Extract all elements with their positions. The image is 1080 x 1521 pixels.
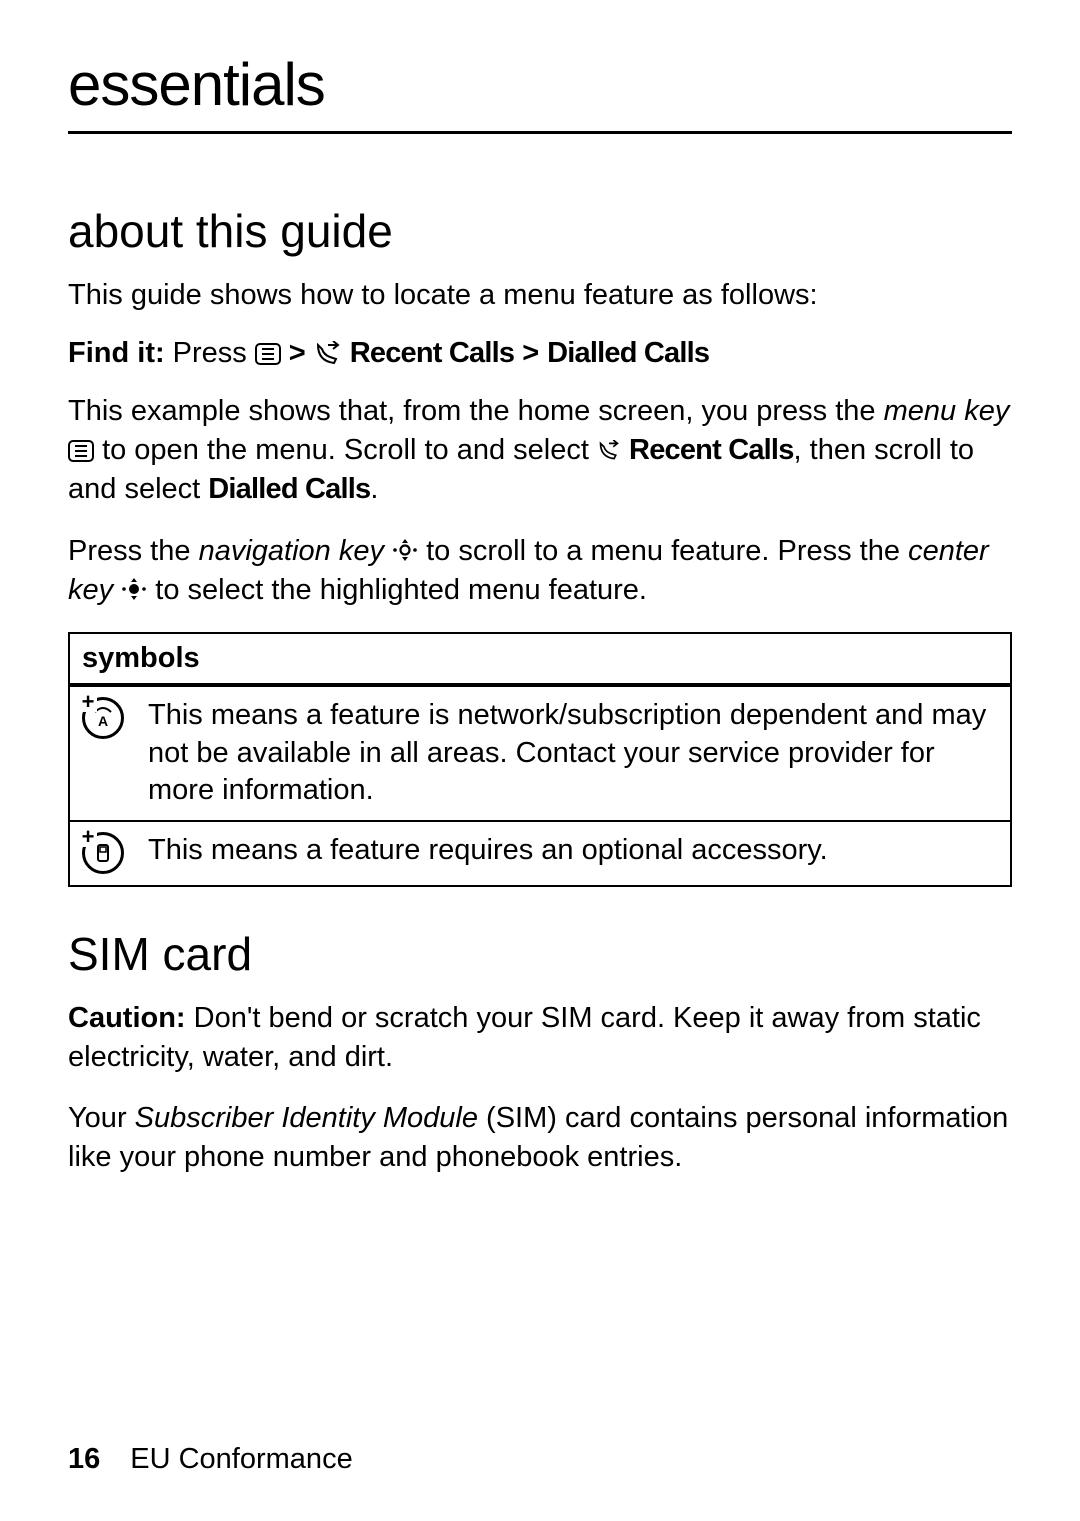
navigation-key-icon xyxy=(392,537,418,563)
svg-text:A: A xyxy=(98,713,108,729)
about-intro: This guide shows how to locate a menu fe… xyxy=(68,276,1012,315)
recent-calls-icon xyxy=(597,440,621,462)
about-explain-2: Press the navigation key to scroll to a … xyxy=(68,532,1012,610)
find-it-line: Find it: Press > Recent Calls > Dialled … xyxy=(68,337,1012,370)
nav-key-term: navigation key xyxy=(199,535,384,567)
symbol-desc: This means a feature is network/subscrip… xyxy=(136,685,1011,821)
text-segment: This example shows that, from the home s… xyxy=(68,395,884,427)
menu-key-icon xyxy=(68,440,94,462)
text-segment: Don't bend or scratch your SIM card. Kee… xyxy=(68,1002,981,1073)
sim-info: Your Subscriber Identity Module (SIM) ca… xyxy=(68,1099,1012,1177)
symbol-desc: This means a feature requires an optiona… xyxy=(136,821,1011,886)
section-about-heading: about this guide xyxy=(68,204,1012,258)
network-dependent-icon: + A xyxy=(82,697,124,739)
find-gt2: > xyxy=(522,337,539,370)
center-key-icon xyxy=(121,576,147,602)
accessory-required-icon: + xyxy=(82,832,124,874)
recent-calls-icon xyxy=(314,341,342,367)
sim-term: Subscriber Identity Module xyxy=(135,1102,478,1134)
page-title: essentials xyxy=(68,50,1012,134)
find-it-label: Find it: xyxy=(68,337,165,370)
about-explain-1: This example shows that, from the home s… xyxy=(68,392,1012,509)
menu-key-icon xyxy=(255,343,281,365)
sim-caution: Caution: Don't bend or scratch your SIM … xyxy=(68,999,1012,1077)
symbols-header: symbols xyxy=(69,633,1011,685)
text-segment: to open the menu. Scroll to and select xyxy=(102,434,597,466)
text-segment: Press the xyxy=(68,535,199,567)
page-number: 16 xyxy=(68,1443,100,1476)
text-segment: to select the highlighted menu feature. xyxy=(155,574,647,606)
find-dialled: Dialled Calls xyxy=(547,337,709,370)
text-segment: Your xyxy=(68,1102,135,1134)
caution-label: Caution: xyxy=(68,1002,186,1034)
menu-key-term: menu key xyxy=(884,395,1010,427)
recent-calls-term: Recent Calls xyxy=(629,434,793,466)
find-it-press: Press xyxy=(173,337,247,370)
footer-section: EU Conformance xyxy=(130,1443,352,1476)
page-footer: 16 EU Conformance xyxy=(68,1443,353,1476)
table-row: + This means a feature requires an optio… xyxy=(69,821,1011,886)
table-row: + A This means a feature is network/subs… xyxy=(69,685,1011,821)
find-gt1: > xyxy=(289,337,306,370)
text-segment: . xyxy=(370,473,378,505)
find-recent: Recent Calls xyxy=(350,337,514,370)
text-segment: to scroll to a menu feature. Press the xyxy=(426,535,908,567)
section-sim-heading: SIM card xyxy=(68,927,1012,981)
dialled-calls-term: Dialled Calls xyxy=(208,473,370,505)
symbols-table: symbols + A This means a feature is netw… xyxy=(68,632,1012,887)
